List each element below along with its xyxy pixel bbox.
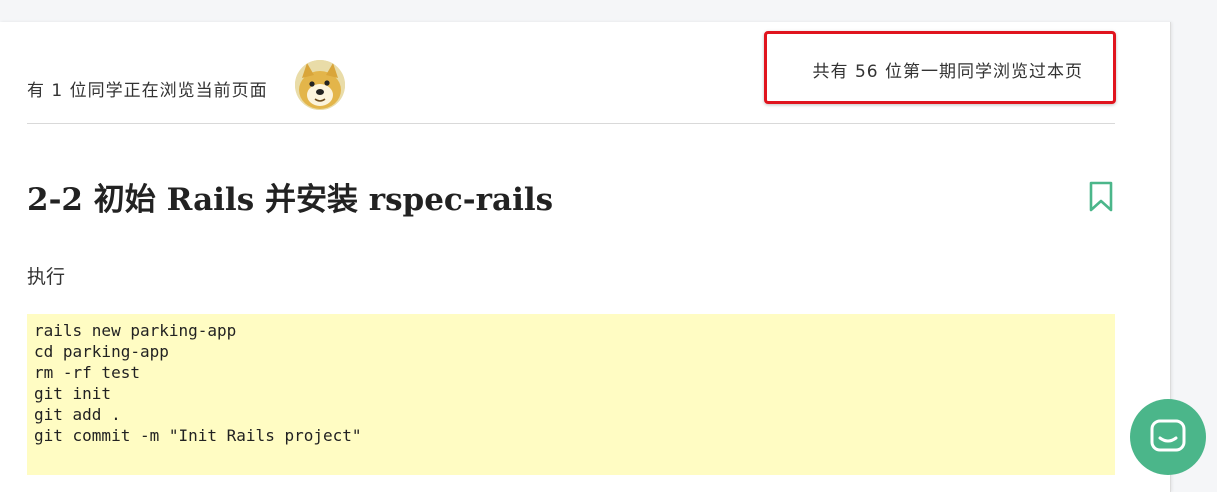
- code-line: git init: [34, 384, 112, 403]
- total-viewers-highlight: 共有 56 位第一期同学浏览过本页: [764, 31, 1116, 104]
- code-line: git commit -m "Init Rails project": [34, 426, 362, 445]
- online-viewers-text: 有 1 位同学正在浏览当前页面: [27, 81, 268, 101]
- bookmark-icon: [1089, 181, 1113, 212]
- code-line: rails new parking-app: [34, 321, 237, 340]
- doge-avatar-icon: [295, 60, 345, 110]
- page-title: 2-2 初始 Rails 并安装 rspec-rails: [27, 182, 554, 218]
- code-line: rm -rf test: [34, 363, 140, 382]
- total-viewers-text: 共有 56 位第一期同学浏览过本页: [812, 62, 1083, 82]
- chat-icon: [1150, 419, 1186, 452]
- code-line: git add .: [34, 405, 121, 424]
- code-block: rails new parking-app cd parking-app rm …: [27, 314, 1115, 475]
- chat-button[interactable]: [1130, 399, 1206, 475]
- code-line: cd parking-app: [34, 342, 169, 361]
- instruction-paragraph: 执行: [27, 266, 66, 288]
- viewer-avatar[interactable]: [295, 60, 345, 110]
- bookmark-button[interactable]: [1088, 181, 1114, 213]
